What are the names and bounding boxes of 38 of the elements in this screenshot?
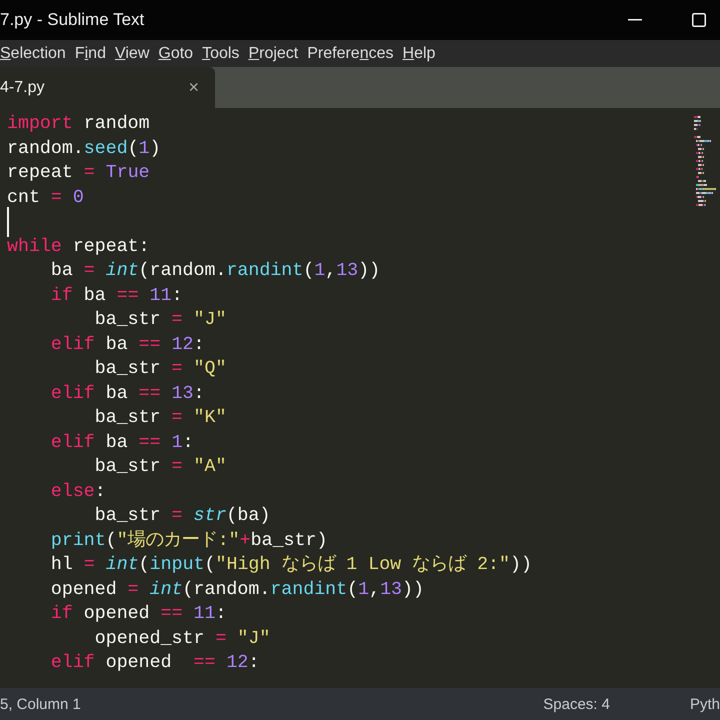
window-title: 7.py - Sublime Text (0, 10, 144, 30)
code-line: elif ba == 13: (50, 382, 205, 406)
code-line: elif ba == 12: (50, 334, 205, 356)
menu-item[interactable]: Selection (0, 44, 66, 62)
menu-item[interactable]: Find (74, 44, 106, 62)
menu-item[interactable]: Tools (202, 44, 240, 62)
code-line: ba = int(random.randint(1,13)) (50, 260, 380, 283)
code-line: repeat = True (7, 162, 150, 185)
code-line: ba_str = "A" (94, 456, 226, 479)
code-line: ba_str = str(ba) (94, 505, 270, 528)
menu-item[interactable]: View (114, 44, 150, 62)
code-line: else: (50, 480, 106, 504)
minimize-icon[interactable] (628, 19, 642, 21)
maximize-icon[interactable] (692, 13, 706, 27)
cursor-position: 5, Column 1 (0, 696, 81, 712)
code-line: ba_str = "J" (94, 309, 226, 332)
code-line: if opened == 11: (50, 603, 226, 626)
code-line: random.seed(1) (7, 138, 161, 160)
code-line: opened = int(random.randint(1,13)) (50, 578, 424, 602)
code-line: hl = int(input("High ならば 1 Low ならば 2:")) (50, 554, 532, 577)
syntax-setting[interactable]: Pyth (690, 696, 720, 712)
code-line: ba_str = "K" (94, 407, 226, 430)
code-line: if ba == 11: (50, 284, 183, 308)
menu-item[interactable]: Preferences (307, 44, 394, 62)
code-line: cnt = 0 (7, 186, 84, 210)
indentation-setting[interactable]: Spaces: 4 (543, 696, 610, 712)
code-line: elif ba == 1: (50, 432, 194, 454)
menu-item[interactable]: Help (402, 44, 436, 62)
code-line: print("場のカード:"+ba_str) (50, 529, 328, 552)
close-icon[interactable]: × (188, 77, 199, 98)
menu-item[interactable]: Project (248, 44, 298, 62)
code-line: import random (7, 113, 150, 136)
code-line: ba_str = "Q" (94, 358, 226, 381)
code-line: while repeat: (7, 236, 150, 258)
code-line: elif opened == 12: (50, 652, 260, 675)
menu-item[interactable]: Goto (158, 44, 194, 62)
file-tab[interactable]: 4-7.py × (0, 67, 215, 108)
code-line: opened_str = "J" (94, 628, 270, 650)
